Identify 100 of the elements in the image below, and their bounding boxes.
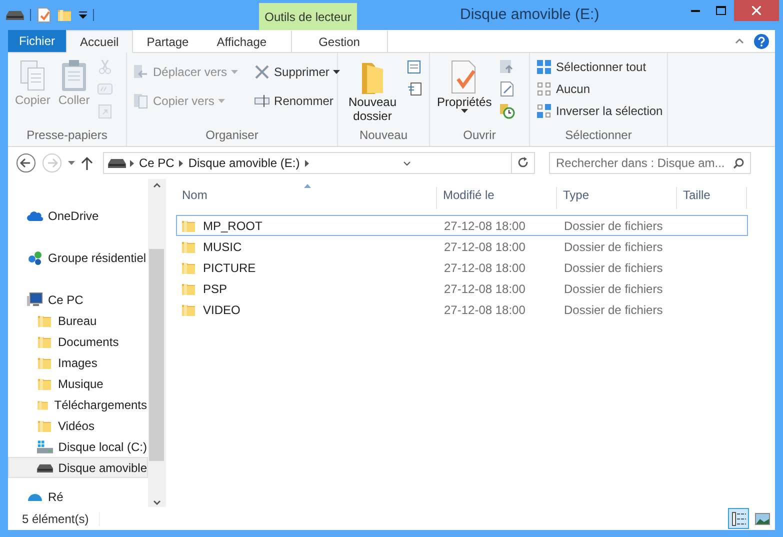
- ribbon-button[interactable]: Renommer: [254, 91, 340, 111]
- file-name: MP_ROOT: [177, 218, 438, 234]
- search-icon: [733, 158, 744, 168]
- cloud-icon: [27, 210, 43, 222]
- copy-path-icon: [96, 81, 113, 97]
- column-header[interactable]: Modifié le: [437, 187, 557, 209]
- file-row[interactable]: PSP 27-12-08 18:00 Dossier de fichiers: [176, 278, 748, 299]
- details-view-icon: [732, 512, 746, 526]
- search-field[interactable]: Rechercher dans : Disque am...: [549, 152, 751, 174]
- chevron-icon[interactable]: [179, 160, 184, 166]
- ribbon-tab[interactable]: Accueil: [66, 30, 133, 53]
- navigation-item[interactable]: Ré: [8, 486, 148, 507]
- navigation-item[interactable]: Téléchargements: [8, 394, 148, 415]
- close-button[interactable]: [734, 0, 779, 21]
- modified-date: 27-12-08 18:00: [443, 302, 526, 316]
- drive-icon: [37, 462, 54, 472]
- breadcrumb[interactable]: Disque amovible (E:): [183, 156, 305, 170]
- group-label: Sélectionner: [565, 128, 632, 144]
- navigation-item[interactable]: Disque local (C:): [8, 436, 148, 457]
- drive-icon: [6, 10, 24, 20]
- select-none-icon: [536, 81, 552, 97]
- contextual-tab-group: Outils de lecteur: [259, 3, 357, 30]
- scroll-down-icon[interactable]: [152, 500, 160, 505]
- close-icon: [752, 6, 761, 15]
- open-icon: [498, 59, 515, 75]
- file-name: PICTURE: [177, 260, 438, 276]
- file-type: Dossier de fichiers: [563, 240, 664, 254]
- ribbon-button[interactable]: Nouveau dossier: [344, 57, 401, 125]
- caret-icon: [231, 70, 238, 74]
- caret-icon: [460, 109, 468, 113]
- file-type: Dossier de fichiers: [563, 282, 664, 296]
- modified-date: 27-12-08 18:00: [443, 282, 526, 296]
- ribbon-button[interactable]: Inverser la sélection: [536, 101, 663, 121]
- move-icon: [133, 64, 149, 80]
- properties-icon[interactable]: [37, 7, 51, 23]
- homegroup-icon: [27, 250, 43, 266]
- modified-date: 27-12-08 18:00: [443, 240, 526, 254]
- chevron-icon[interactable]: [304, 160, 309, 166]
- navigation-item[interactable]: Ce PC: [8, 289, 148, 310]
- select-all-icon: [536, 59, 552, 75]
- history-icon: [498, 103, 515, 119]
- file-name: VIDEO: [177, 302, 438, 318]
- navigation-item[interactable]: Images: [8, 352, 148, 373]
- column-header[interactable]: Type: [557, 187, 677, 209]
- dropdown-icon[interactable]: [402, 160, 411, 166]
- group-label: Organiser: [206, 128, 258, 144]
- rename-icon: [254, 93, 270, 109]
- edit-icon: [498, 81, 515, 97]
- help-icon[interactable]: [754, 34, 769, 48]
- status-text: 5 élément(s): [22, 512, 100, 526]
- caret-icon: [218, 99, 226, 103]
- file-row[interactable]: PICTURE 27-12-08 18:00 Dossier de fichiers: [176, 257, 748, 278]
- navigation-item[interactable]: Musique: [8, 373, 148, 394]
- scroll-up-icon[interactable]: [152, 183, 160, 188]
- file-type: Dossier de fichiers: [563, 260, 664, 274]
- navigation-item[interactable]: Bureau: [8, 310, 148, 331]
- modified-date: 27-12-08 18:00: [443, 260, 526, 274]
- new-item-icon: [407, 59, 423, 75]
- up-icon[interactable]: [81, 156, 93, 170]
- file-type: Dossier de fichiers: [563, 218, 664, 232]
- file-tab[interactable]: Fichier: [8, 30, 66, 52]
- modified-date: 27-12-08 18:00: [443, 218, 526, 232]
- navigation-item[interactable]: Documents: [8, 331, 148, 352]
- caret-icon: [333, 70, 340, 74]
- sort-icon: [304, 184, 311, 188]
- group-label: Presse-papiers: [26, 128, 108, 144]
- file-name: PSP: [177, 280, 438, 296]
- easy-access-icon: [407, 81, 423, 97]
- file-name: MUSIC: [177, 238, 438, 254]
- chevron-icon[interactable]: [130, 160, 134, 166]
- file-row[interactable]: VIDEO 27-12-08 18:00 Dossier de fichiers: [176, 299, 748, 320]
- caret-icon[interactable]: [68, 161, 75, 165]
- navigation-item[interactable]: Disque amovible: [8, 457, 148, 478]
- breadcrumb[interactable]: Ce PC: [134, 156, 180, 170]
- window-title: Disque amovible (E:): [460, 6, 600, 23]
- scrollbar[interactable]: [148, 179, 165, 507]
- column-header[interactable]: Nom: [176, 187, 437, 209]
- network-icon: [27, 492, 43, 500]
- navigation-item[interactable]: Vidéos: [8, 415, 148, 436]
- column-header[interactable]: Taille: [677, 187, 747, 209]
- view-button[interactable]: [728, 508, 749, 529]
- thumbnail-view-icon: [755, 512, 770, 524]
- navigation-item[interactable]: Groupe résidentiel: [8, 247, 148, 268]
- scissors-icon: [96, 59, 113, 75]
- paste-shortcut-icon: [96, 103, 113, 119]
- ribbon-button[interactable]: Aucun: [536, 79, 663, 99]
- file-row[interactable]: MUSIC 27-12-08 18:00 Dossier de fichiers: [176, 236, 748, 257]
- drive-icon: [108, 158, 126, 168]
- collapse-icon[interactable]: [735, 38, 744, 44]
- ribbon-button[interactable]: Sélectionner tout: [536, 57, 663, 77]
- ribbon-tab[interactable]: Gestion: [290, 30, 388, 52]
- ribbon-button[interactable]: Propriétés: [436, 57, 493, 115]
- new-folder-icon: [57, 7, 73, 23]
- group-label: Ouvrir: [463, 128, 496, 144]
- dropdown-icon[interactable]: [79, 11, 87, 19]
- ribbon-button[interactable]: Supprimer: [254, 62, 340, 82]
- file-row[interactable]: MP_ROOT 27-12-08 18:00 Dossier de fichiers: [176, 215, 748, 236]
- back-icon[interactable]: [16, 153, 36, 173]
- navigation-item[interactable]: OneDrive: [8, 205, 148, 226]
- invert-selection-icon: [536, 103, 552, 119]
